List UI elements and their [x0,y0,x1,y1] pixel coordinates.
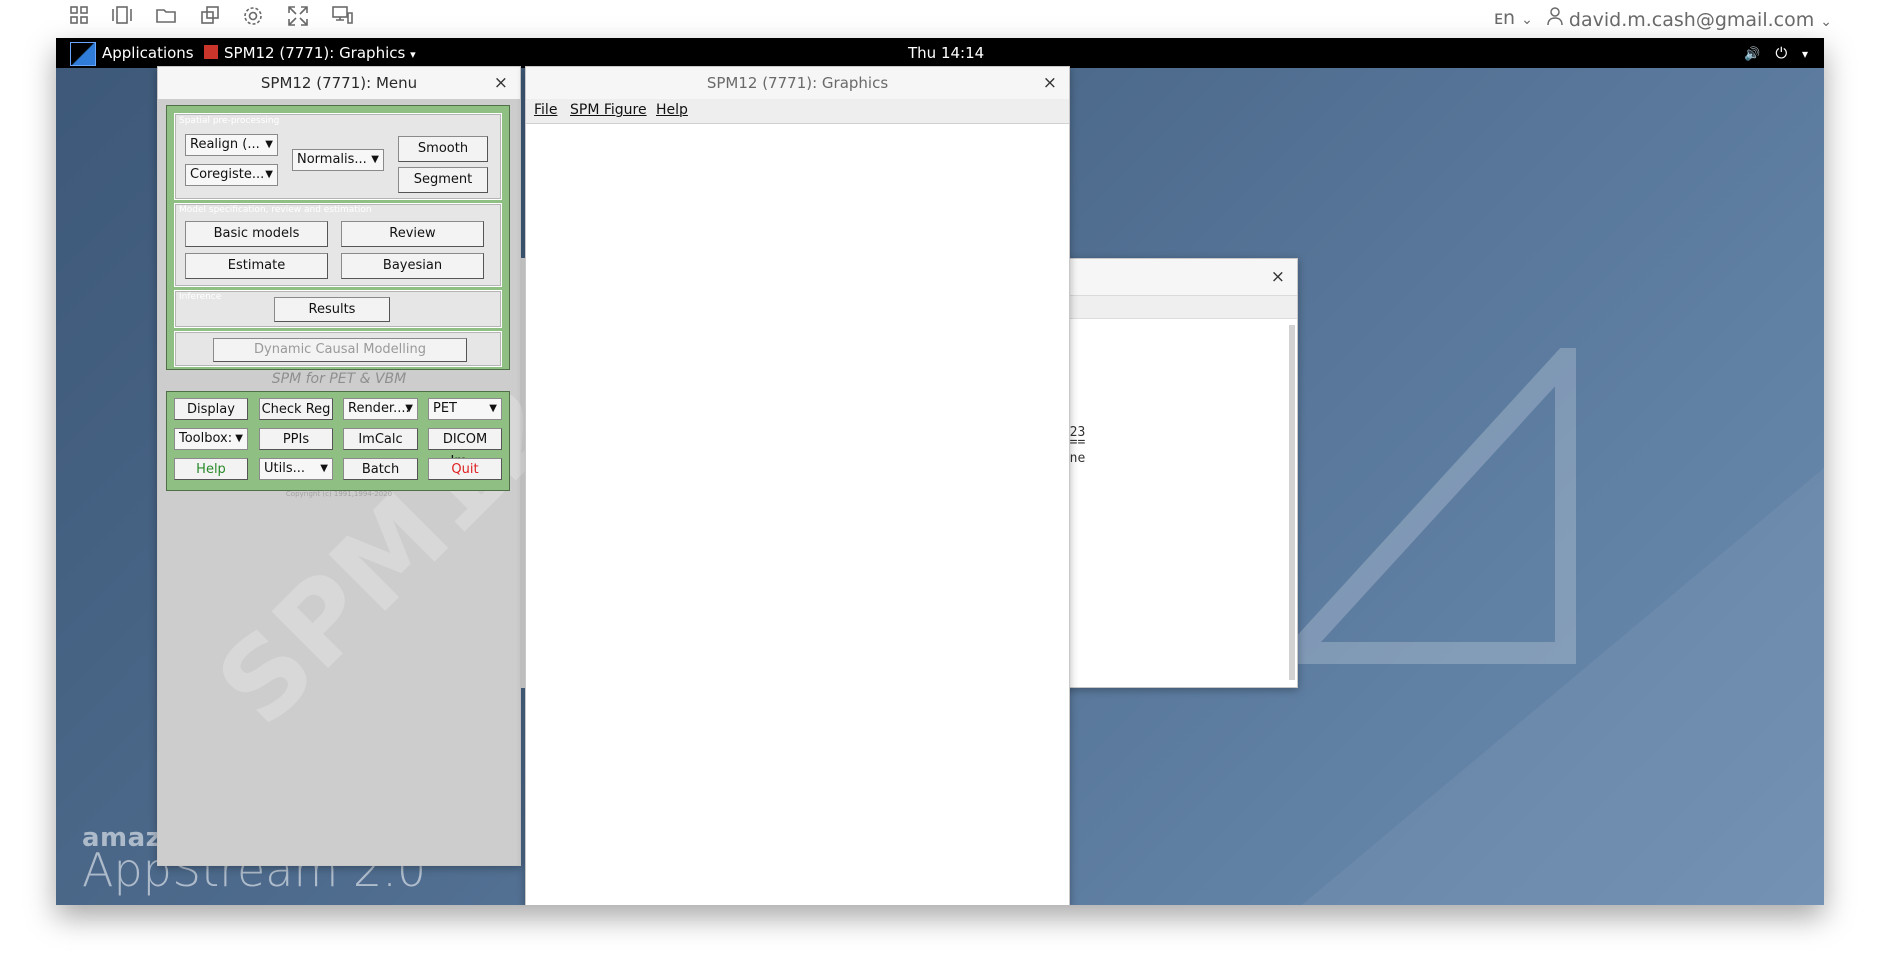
chevron-down-icon: ▼ [320,463,328,474]
check-reg-button[interactable]: Check Reg [259,398,333,420]
coregister-select-label: Coregiste... [190,167,265,182]
ppis-button[interactable]: PPIs [259,428,333,450]
spm-menu-title: SPM12 (7771): Menu [260,74,418,92]
grid-icon[interactable] [66,5,92,31]
results-button[interactable]: Results [274,297,390,322]
applications-menu[interactable]: Applications [102,38,194,68]
utilities-panel: Display Check Reg Render.... ▼ PET ▼ Toolb… [166,391,510,491]
basic-models-button[interactable]: Basic models [185,221,328,247]
dcm-section: Dynamic Causal Modelling [174,331,502,367]
coregister-select[interactable]: Coregiste... ▼ [185,164,278,186]
spm-menu-body: SPM12 Spatial pre-processing Realign (..… [158,99,582,865]
user-icon [1547,6,1563,31]
estimate-button[interactable]: Estimate [185,253,328,279]
copy-icon[interactable] [197,5,223,31]
model-section: Model specification, review and estimati… [174,203,502,287]
active-window-label: SPM12 (7771): Graphics [224,44,406,62]
spatial-section-title: Spatial pre-processing [179,116,280,126]
chevron-down-icon: ▼ [265,139,273,150]
chevron-down-icon: ▼ [235,433,243,444]
utils-select-label: Utils... [264,461,306,476]
inference-section-title: Inference [179,292,222,302]
analysis-panel: Spatial pre-processing Realign (... ▼ Cor… [166,105,510,370]
language-selector[interactable]: ᴇn ⌄ [1494,7,1533,29]
folder-icon[interactable] [153,5,179,31]
display-icon[interactable] [329,5,355,31]
chevron-down-icon: ▼ [371,154,379,165]
menu-spm-figure[interactable]: SPM Figure [570,102,647,118]
render-select[interactable]: Render.... ▼ [343,398,418,420]
gear-icon[interactable] [240,5,266,31]
clock[interactable]: Thu 14:14 [908,38,984,68]
user-email: david.m.cash@gmail.com [1568,8,1815,31]
spm-graphics-titlebar[interactable]: SPM12 (7771): Graphics [526,67,1069,100]
user-menu[interactable]: david.m.cash@gmail.com ⌄ [1547,6,1832,31]
spatial-preprocessing-section: Spatial pre-processing Realign (... ▼ Cor… [174,113,502,200]
chevron-down-icon: ▼ [489,403,497,414]
help-button[interactable]: Help [174,458,248,480]
copyright-text: Copyright (c) 1991,1994-2020 [285,490,393,498]
spm-graphics-window[interactable]: SPM12 (7771): Graphics × File SPM Figure… [525,66,1070,905]
menu-file[interactable]: File [534,102,557,118]
console-close-button[interactable]: × [1271,259,1285,295]
toolbar-right: ᴇn ⌄ david.m.cash@gmail.com ⌄ [1494,4,1832,32]
review-button[interactable]: Review [341,221,484,247]
gnome-top-bar: Applications SPM12 (7771): Graphics ▾ Th… [56,38,1824,68]
dicom-import-button[interactable]: DICOM Im... [428,428,502,469]
remote-desktop: Applications SPM12 (7771): Graphics ▾ Th… [56,38,1824,905]
utils-select[interactable]: Utils... ▼ [259,458,333,480]
inference-section: Inference Results [174,290,502,328]
spm-graphics-close-button[interactable]: × [1043,67,1057,99]
chevron-down-icon: ▼ [405,403,413,414]
language-label: ᴇn [1493,7,1516,29]
chevron-down-icon: ▼ [265,169,273,180]
matlab-icon [204,45,218,59]
realign-select-label: Realign (... [190,137,260,152]
menu-help[interactable]: Help [656,102,688,118]
power-icon: ⏻ [1775,44,1788,62]
active-window-menu[interactable]: SPM12 (7771): Graphics ▾ [204,38,416,68]
quit-button[interactable]: Quit [428,458,502,480]
system-menu[interactable]: 🔊 ⏻ ▾ [1744,38,1808,68]
bayesian-button[interactable]: Bayesian [341,253,484,279]
imcalc-button[interactable]: ImCalc [343,428,418,450]
modality-select[interactable]: PET ▼ [428,398,502,420]
console-scrollbar[interactable] [1289,325,1295,680]
panels-icon[interactable] [109,5,135,31]
chevron-down-icon: ⌄ [1820,13,1832,30]
appstream-toolbar: ᴇn ⌄ david.m.cash@gmail.com ⌄ [0,0,1878,38]
normalise-select-label: Normalis... [297,152,367,167]
volume-icon: 🔊 [1744,47,1761,62]
spm-menu-close-button[interactable]: × [494,67,508,99]
fullscreen-icon[interactable] [285,5,311,31]
dynamic-causal-modelling-button[interactable]: Dynamic Causal Modelling [213,338,467,362]
spm-graphics-title: SPM12 (7771): Graphics [706,74,889,92]
display-button[interactable]: Display [174,398,248,420]
spm-menu-window[interactable]: SPM12 (7771): Menu × SPM12 Spatial pre-p… [157,66,582,866]
render-select-label: Render.... [348,401,410,416]
model-section-title: Model specification, review and estimati… [179,205,372,215]
segment-button[interactable]: Segment [398,167,488,193]
batch-button[interactable]: Batch [343,458,418,480]
spm-modality-subtitle: SPM for PET & VBM [271,371,407,387]
toolbox-select-label: Toolbox: [179,431,233,446]
chevron-down-icon: ⌄ [1521,12,1533,28]
modality-select-label: PET [433,401,457,416]
desktop-diagonal-light [1301,468,1824,905]
smooth-button[interactable]: Smooth [398,136,488,162]
normalise-select[interactable]: Normalis... ▼ [292,149,384,171]
caret-down-icon: ▾ [1801,47,1808,61]
caret-down-icon: ▾ [410,48,416,61]
graphics-menubar: File SPM Figure Help [526,99,1069,124]
toolbox-select[interactable]: Toolbox: ▼ [174,428,248,450]
spm-menu-titlebar[interactable]: SPM12 (7771): Menu [158,67,520,100]
realign-select[interactable]: Realign (... ▼ [185,134,278,156]
appstream-logo-icon [70,42,96,66]
graphics-canvas[interactable] [526,124,1069,905]
